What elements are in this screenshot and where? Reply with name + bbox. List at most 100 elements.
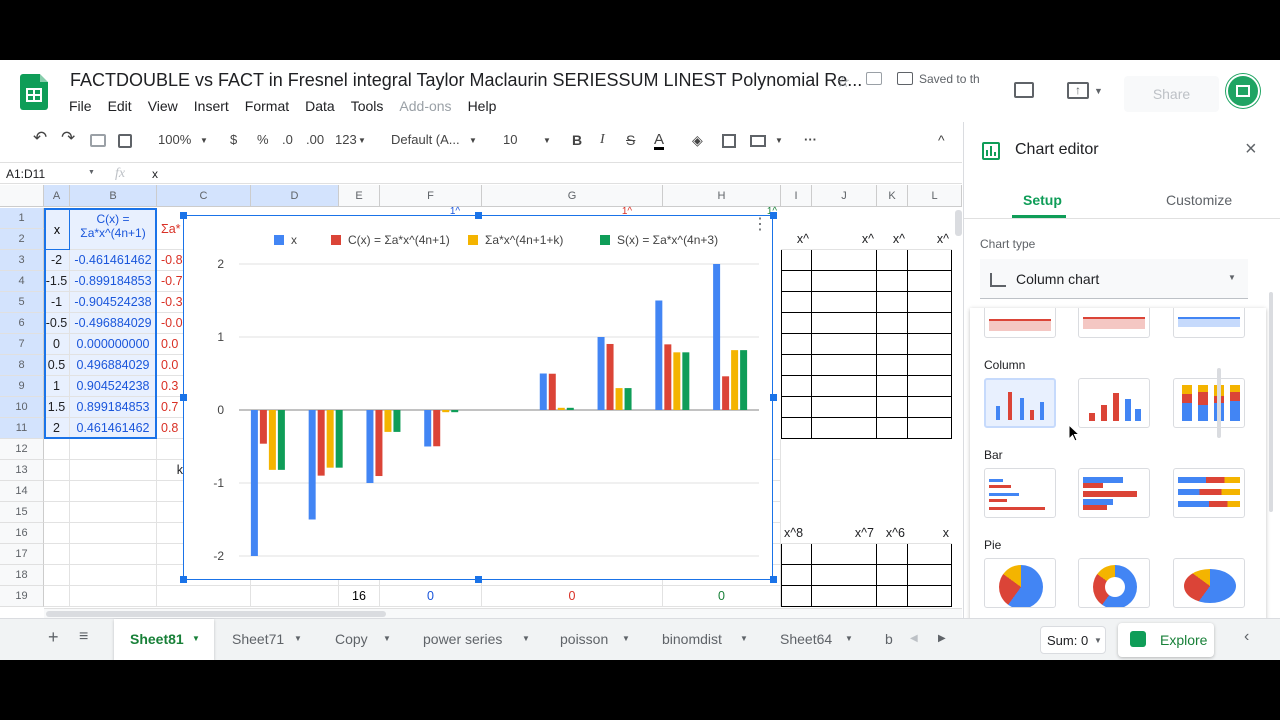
tab-sheet81[interactable]: Sheet81 ▼ <box>114 619 214 660</box>
cell-table-right[interactable] <box>908 250 952 271</box>
menu-view[interactable]: View <box>148 98 178 114</box>
tab-sheet81-dropdown-icon[interactable]: ▼ <box>192 634 200 643</box>
resize-handle-bottom-left[interactable] <box>180 576 187 583</box>
column-header-g[interactable]: G <box>482 185 663 207</box>
resize-handle-left[interactable] <box>180 394 187 401</box>
resize-handle-right[interactable] <box>770 394 777 401</box>
cell-b6[interactable]: -0.496884029 <box>70 313 157 334</box>
tab-customize[interactable]: Customize <box>1166 192 1232 208</box>
cell-empty[interactable] <box>44 586 70 607</box>
merge-dropdown-icon[interactable]: ▼ <box>775 136 783 145</box>
cell-table-right[interactable] <box>781 271 812 292</box>
more-tools-button[interactable]: ··· <box>804 132 817 147</box>
cell-b10[interactable]: 0.899184853 <box>70 397 157 418</box>
stepped-area-thumb-3[interactable] <box>1173 308 1245 338</box>
horizontal-scroll-thumb[interactable] <box>46 611 386 617</box>
cell-b11[interactable]: 0.461461462 <box>70 418 157 439</box>
all-sheets-icon[interactable]: ≡ <box>79 628 88 646</box>
cell-table-right[interactable] <box>877 586 908 607</box>
menu-file[interactable]: File <box>69 98 92 114</box>
font-size-dropdown-icon[interactable]: ▼ <box>543 136 551 145</box>
tab-binomdist-dropdown-icon[interactable]: ▼ <box>740 634 748 643</box>
cell-a3[interactable]: -2 <box>44 250 70 271</box>
row-header-3[interactable]: 3 <box>0 250 44 271</box>
column-header-c[interactable]: C <box>157 185 251 207</box>
avatar[interactable] <box>1226 74 1260 108</box>
cell-b1[interactable]: C(x) = Σa*x^(4n+1) <box>70 208 157 250</box>
cell-table-right[interactable] <box>877 544 908 565</box>
cell-table-right[interactable] <box>781 250 812 271</box>
cell-table-right[interactable] <box>908 565 952 586</box>
cell-b7[interactable]: 0.000000000 <box>70 334 157 355</box>
column-thumb-grouped[interactable] <box>1078 378 1150 428</box>
document-title[interactable]: FACTDOUBLE vs FACT in Fresnel integral T… <box>70 70 862 91</box>
cell-table-right[interactable] <box>877 334 908 355</box>
cell-empty[interactable] <box>70 439 157 460</box>
pie-thumb[interactable] <box>984 558 1056 608</box>
scroll-tabs-left-icon[interactable]: ◀ <box>910 633 918 644</box>
name-box-dropdown-icon[interactable]: ▼ <box>88 169 95 176</box>
cell-c8[interactable]: 0.0 <box>157 355 183 376</box>
paint-format-icon[interactable] <box>118 134 132 148</box>
dropdown-scrollbar[interactable] <box>1217 368 1221 438</box>
cell-power-header[interactable]: x^ <box>877 229 908 250</box>
cell-table-right[interactable] <box>877 313 908 334</box>
cell-empty[interactable] <box>70 523 157 544</box>
cell-a8[interactable]: 0.5 <box>44 355 70 376</box>
undo-icon[interactable]: ↶ <box>33 128 47 148</box>
chart-container[interactable]: 2 1 0 -1 -2 x C(x) = Σa*x^(4n+1) Σa*x^(4n+1+k) S… <box>180 212 777 583</box>
merge-cells-icon[interactable] <box>750 135 766 147</box>
cell-b8[interactable]: 0.496884029 <box>70 355 157 376</box>
present-icon[interactable]: ↑ <box>1067 82 1089 99</box>
row-header-1[interactable]: 1 <box>0 208 44 229</box>
increase-decimal-button[interactable]: .00 <box>306 132 324 147</box>
move-folder-icon[interactable] <box>866 72 882 85</box>
tab-setup[interactable]: Setup <box>1023 192 1062 208</box>
name-box[interactable]: A1:D11 <box>6 167 45 181</box>
bar-thumb-stacked[interactable] <box>1173 468 1245 518</box>
cell-power-header[interactable]: x^6 <box>877 523 908 544</box>
column-header-b[interactable]: B <box>70 185 157 207</box>
cell-empty[interactable] <box>44 460 70 481</box>
menu-format[interactable]: Format <box>245 98 289 114</box>
tab-power-series-dropdown-icon[interactable]: ▼ <box>522 634 530 643</box>
italic-button[interactable]: I <box>600 132 605 148</box>
cell-a1[interactable]: x <box>44 208 70 250</box>
column-header-a[interactable]: A <box>44 185 70 207</box>
stepped-area-thumb-2[interactable] <box>1078 308 1150 338</box>
cell-empty[interactable] <box>44 439 70 460</box>
cell-empty[interactable] <box>44 502 70 523</box>
cell-a10[interactable]: 1.5 <box>44 397 70 418</box>
cell-table-right[interactable] <box>877 397 908 418</box>
font-select[interactable]: Default (A... <box>391 132 460 147</box>
strikethrough-button[interactable]: S <box>626 132 635 148</box>
cell-a6[interactable]: -0.5 <box>44 313 70 334</box>
borders-icon[interactable] <box>722 134 736 148</box>
cell-a4[interactable]: -1.5 <box>44 271 70 292</box>
present-dropdown-icon[interactable]: ▼ <box>1094 86 1103 96</box>
column-thumb-stacked[interactable] <box>1173 378 1245 428</box>
formula-input[interactable]: x <box>152 167 158 181</box>
row-header-14[interactable]: 14 <box>0 481 44 502</box>
cell-e19[interactable]: 16 <box>339 586 380 607</box>
chart-type-select[interactable]: Column chart ▼ <box>980 259 1248 299</box>
cell-table-right[interactable] <box>877 418 908 439</box>
cell-c7[interactable]: 0.0 <box>157 334 183 355</box>
3d-pie-thumb[interactable] <box>1173 558 1245 608</box>
tab-copy[interactable]: Copy <box>335 631 368 647</box>
print-icon[interactable] <box>90 134 106 147</box>
cell-empty[interactable] <box>44 565 70 586</box>
row-header-9[interactable]: 9 <box>0 376 44 397</box>
cell-c5[interactable]: -0.3 <box>157 292 183 313</box>
zoom-dropdown-icon[interactable]: ▼ <box>200 136 208 145</box>
tab-sheet71-dropdown-icon[interactable]: ▼ <box>294 634 302 643</box>
tab-b[interactable]: b <box>885 631 893 647</box>
cell-empty[interactable] <box>44 523 70 544</box>
cell-empty[interactable] <box>70 544 157 565</box>
currency-button[interactable]: $ <box>230 132 237 147</box>
cell-table-right[interactable] <box>812 292 877 313</box>
cell-table-right[interactable] <box>812 565 877 586</box>
cell-table-right[interactable] <box>908 586 952 607</box>
row-header-7[interactable]: 7 <box>0 334 44 355</box>
cell-empty[interactable] <box>251 586 339 607</box>
